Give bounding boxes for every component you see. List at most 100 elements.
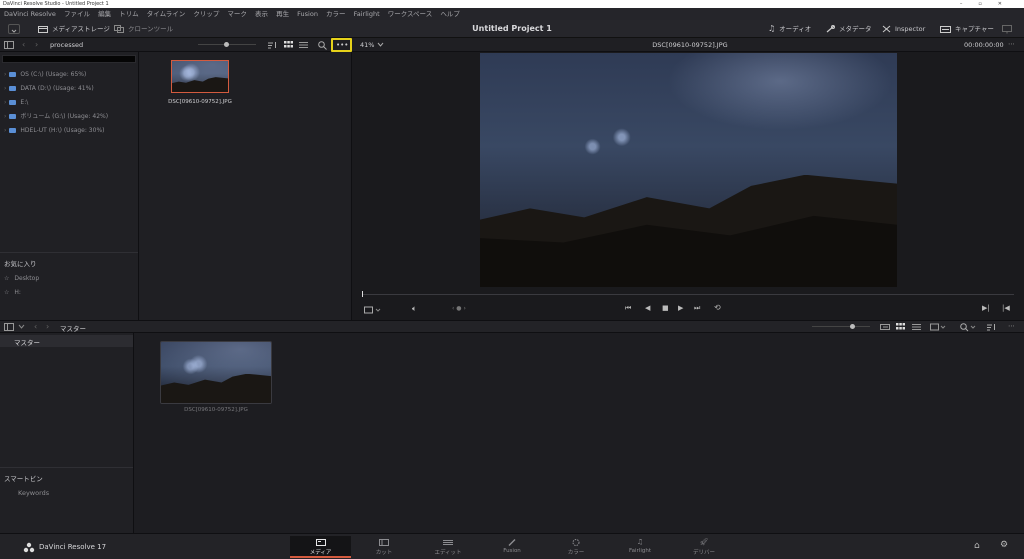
slider-handle[interactable] (224, 42, 229, 47)
viewer-clip-name: DSC[09610-09752].JPG (652, 41, 728, 49)
jog-control-icon[interactable]: ‹ ● › (452, 305, 466, 312)
viewer-options-icon[interactable]: ⋯ (1008, 40, 1015, 48)
capture-icon (940, 26, 951, 33)
menu-item-fairlight[interactable]: Fairlight (354, 10, 380, 18)
drive-row[interactable]: › HDEL-UT (H:\) (Usage: 30%) (4, 126, 104, 136)
pool-clip-thumbnail[interactable] (160, 341, 272, 404)
drive-row[interactable]: › E:\ (4, 98, 28, 108)
loop-icon[interactable]: ⟲ (714, 303, 721, 312)
next-clip-icon[interactable]: ▶| (982, 304, 990, 312)
tab-fusion[interactable]: Fusion (484, 536, 540, 558)
chevron-right-icon: › (4, 71, 7, 78)
minimize-icon[interactable]: – (960, 1, 979, 7)
slider-handle[interactable] (850, 324, 855, 329)
star-icon: ☆ (4, 289, 10, 296)
inspector-button[interactable]: Inspector (882, 23, 925, 35)
list-view-icon[interactable] (912, 323, 921, 331)
menu-item-davinci[interactable]: DaVinci Resolve (4, 10, 56, 18)
play-reverse-icon[interactable]: ◀ (645, 304, 650, 312)
play-icon[interactable]: ▶ (678, 304, 683, 312)
menu-item-view[interactable]: 表示 (255, 10, 268, 18)
drive-row[interactable]: › OS (C:\) (Usage: 65%) (4, 70, 86, 80)
playhead[interactable] (362, 291, 363, 297)
drive-label: DATA (D:\) (Usage: 41%) (20, 85, 94, 92)
storage-path-field[interactable] (2, 55, 136, 63)
bin-master-row[interactable]: マスター (0, 335, 133, 347)
go-to-start-icon[interactable]: ⏮︎ (625, 304, 631, 313)
prev-clip-icon[interactable]: |◀ (1002, 304, 1010, 312)
metadata-view-icon[interactable] (880, 323, 890, 331)
viewer-mode-icon[interactable] (364, 306, 384, 314)
favorite-item[interactable]: ☆ Desktop (4, 274, 39, 284)
sort-icon[interactable] (267, 41, 277, 49)
chevron-down-icon[interactable] (377, 42, 384, 48)
scrub-bar[interactable] (362, 294, 1014, 295)
favorite-item[interactable]: ☆ H: (4, 288, 21, 298)
menu-item-mark[interactable]: マーク (227, 10, 247, 18)
drive-label: ボリューム (G:\) (Usage: 42%) (20, 113, 109, 120)
menu-item-trim[interactable]: トリム (119, 10, 139, 18)
go-to-end-icon[interactable]: ⏭︎ (694, 304, 700, 313)
cut-page-icon (379, 539, 389, 546)
media-storage-button[interactable]: メディアストレージ (38, 23, 110, 35)
home-icon[interactable]: ⌂ (974, 541, 980, 551)
search-icon[interactable] (318, 41, 327, 50)
tab-media[interactable]: メディア (290, 536, 351, 558)
viewer-image (480, 53, 897, 287)
menu-item-color[interactable]: カラー (326, 10, 346, 18)
menu-item-playback[interactable]: 再生 (276, 10, 289, 18)
metadata-button[interactable]: メタデータ (826, 23, 872, 35)
maximize-icon[interactable]: ▫ (978, 1, 997, 7)
back-arrow-icon[interactable]: ‹ (22, 40, 25, 49)
menu-item-workspace[interactable]: ワークスペース (388, 10, 433, 18)
clip-thumbnail[interactable] (171, 60, 229, 93)
back-arrow-icon[interactable]: ‹ (34, 322, 37, 331)
smart-bin-keywords[interactable]: Keywords (18, 489, 49, 497)
drive-row[interactable]: › DATA (D:\) (Usage: 41%) (4, 84, 94, 94)
favorite-label: Desktop (14, 275, 40, 282)
drive-row[interactable]: › ボリューム (G:\) (Usage: 42%) (4, 112, 108, 122)
menu-item-timeline[interactable]: タイムライン (147, 10, 186, 18)
tab-cut[interactable]: カット (356, 536, 412, 558)
pool-options-icon[interactable]: ⋯ (1008, 322, 1015, 330)
tab-color[interactable]: カラー (548, 536, 604, 558)
tab-edit[interactable]: エディット (420, 536, 476, 558)
top-toolbar: メディアストレージ クローンツール Untitled Project 1 ♫ オー… (0, 20, 1024, 38)
chevron-down-icon[interactable] (18, 324, 25, 330)
forward-arrow-icon[interactable]: › (35, 40, 38, 49)
menu-item-edit[interactable]: 編集 (98, 10, 111, 18)
list-view-icon[interactable] (299, 41, 308, 49)
layout-toggle-button[interactable] (8, 24, 20, 34)
zoom-level[interactable]: 41% (360, 41, 374, 49)
clip-view-icon[interactable] (930, 323, 948, 331)
menu-item-file[interactable]: ファイル (64, 10, 90, 18)
panel-toggle-icon[interactable] (4, 41, 14, 49)
more-options-button[interactable]: ••• (331, 38, 352, 52)
tab-fairlight[interactable]: ♫ Fairlight (612, 536, 668, 558)
stop-icon[interactable]: ■ (662, 304, 669, 312)
viewer-panel: 🔈︎ ‹ ● › ⏮︎ ◀ ■ ▶ ⏭︎ ⟲ ▶| |◀ (352, 52, 1024, 320)
sort-icon[interactable] (986, 323, 996, 331)
fullscreen-button[interactable] (1002, 23, 1012, 35)
capture-button[interactable]: キャプチャー (940, 23, 994, 35)
search-icon[interactable] (960, 323, 978, 332)
storage-browser: DSC[09610-09752].JPG (139, 52, 351, 320)
grid-view-icon[interactable] (284, 41, 293, 49)
close-icon[interactable]: ✕ (998, 1, 1018, 7)
gear-icon[interactable]: ⚙ (1000, 540, 1008, 550)
menu-item-fusion[interactable]: Fusion (297, 10, 318, 18)
audio-button[interactable]: ♫ オーディオ (768, 23, 811, 35)
tab-deliver[interactable]: 🚀︎ デリバー (676, 536, 732, 558)
menu-item-help[interactable]: ヘルプ (440, 10, 460, 18)
more-options-icon: ••• (336, 41, 349, 49)
inspector-label: Inspector (895, 25, 926, 33)
music-note-icon: ♫ (768, 24, 776, 33)
volume-icon[interactable]: 🔈︎ (412, 304, 417, 314)
forward-arrow-icon[interactable]: › (46, 322, 49, 331)
grid-view-icon[interactable] (896, 323, 905, 331)
menu-item-clip[interactable]: クリップ (193, 10, 219, 18)
clone-tool-button[interactable]: クローンツール (114, 23, 173, 35)
drive-label: HDEL-UT (H:\) (Usage: 30%) (20, 127, 105, 134)
thumbnail-size-slider[interactable] (812, 326, 870, 327)
panel-toggle-icon[interactable] (4, 323, 14, 331)
